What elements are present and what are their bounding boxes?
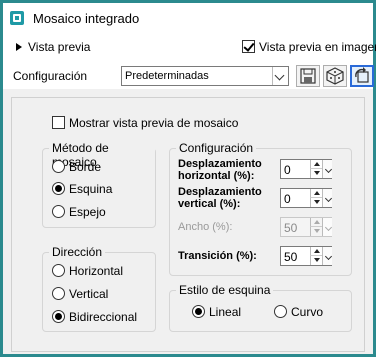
radio-bidireccional[interactable]: Bidireccional — [52, 310, 137, 324]
settings-panel: Mostrar vista previa de mosaico Método d… — [11, 97, 365, 352]
spin-up-icon[interactable] — [310, 160, 322, 169]
spin-up-icon — [310, 218, 322, 227]
transition-spinbox[interactable]: 50 — [280, 246, 332, 266]
tile-app-icon — [10, 11, 24, 25]
radio-lineal[interactable]: Lineal — [192, 305, 241, 319]
radio-button[interactable] — [52, 310, 65, 323]
h-offset-label: Desplazamiento horizontal (%): — [178, 158, 262, 182]
preview-on-image-label: Vista previa en imagen — [259, 40, 376, 54]
preview-row: Vista previa Vista previa en imagen — [3, 33, 376, 63]
width-spinbox: 50 — [280, 217, 332, 237]
title-bar: Mosaico integrado — [3, 3, 373, 33]
checkbox-unchecked[interactable] — [52, 116, 65, 129]
radio-borde[interactable]: Borde — [52, 160, 101, 174]
h-offset-value[interactable]: 0 — [284, 163, 291, 177]
radio-label: Esquina — [69, 182, 113, 196]
tile-preview-label: Mostrar vista previa de mosaico — [69, 116, 239, 130]
group-title: Dirección — [49, 245, 106, 259]
radio-button[interactable] — [52, 205, 65, 218]
tile-preview-checkbox[interactable]: Mostrar vista previa de mosaico — [52, 116, 238, 130]
radio-label: Vertical — [69, 287, 109, 301]
radio-label: Lineal — [209, 305, 242, 319]
width-value: 50 — [284, 221, 298, 235]
tiling-method-group: Método de mosaico Borde Esquina Espejo — [42, 141, 156, 228]
v-offset-value[interactable]: 0 — [284, 192, 291, 206]
radio-label: Borde — [69, 160, 102, 174]
radio-label: Bidireccional — [69, 310, 138, 324]
width-label: Ancho (%): — [178, 221, 233, 233]
save-icon — [300, 68, 316, 84]
direction-group: Dirección Horizontal Vertical Bidireccio… — [42, 245, 156, 332]
spin-up-icon[interactable] — [310, 189, 322, 198]
group-title: Configuración — [176, 141, 257, 155]
chevron-down-icon[interactable] — [322, 160, 332, 178]
spin-down-icon[interactable] — [310, 198, 322, 207]
h-offset-label-line2: horizontal (%): — [178, 170, 255, 182]
window-title: Mosaico integrado — [33, 11, 140, 26]
preset-value: Predeterminadas — [125, 70, 209, 82]
expand-arrow-icon[interactable] — [16, 43, 22, 51]
radio-label: Curvo — [291, 305, 324, 319]
config-row: Configuración Predeterminadas — [3, 63, 374, 89]
settings-group: Configuración Desplazamiento horizontal … — [169, 141, 352, 276]
radio-button[interactable] — [52, 264, 65, 277]
spin-down-icon — [310, 227, 322, 236]
v-offset-label: Desplazamiento vertical (%): — [178, 186, 262, 210]
reset-button[interactable] — [350, 65, 374, 87]
radio-espejo[interactable]: Espejo — [52, 205, 106, 219]
preset-dropdown[interactable]: Predeterminadas — [121, 66, 289, 86]
h-offset-spinbox[interactable]: 0 — [280, 159, 332, 179]
radio-label: Espejo — [69, 205, 106, 219]
checkbox-checked[interactable] — [242, 40, 255, 53]
v-offset-label-line2: vertical (%): — [178, 198, 241, 210]
radio-label: Horizontal — [69, 264, 124, 278]
randomize-icon — [326, 67, 344, 85]
corner-style-group: Estilo de esquina Lineal Curvo — [169, 283, 352, 332]
chevron-down-icon[interactable] — [322, 189, 332, 207]
chevron-down-icon[interactable] — [322, 247, 332, 265]
dialog-window: Mosaico integrado Vista previa Vista pre… — [0, 0, 376, 357]
preview-toggle[interactable]: Vista previa — [28, 40, 90, 54]
v-offset-label-line1: Desplazamiento — [178, 186, 262, 198]
radio-curvo[interactable]: Curvo — [274, 305, 323, 319]
transition-label: Transición (%): — [178, 250, 257, 262]
v-offset-spinbox[interactable]: 0 — [280, 188, 332, 208]
radio-button[interactable] — [274, 305, 287, 318]
chevron-down-icon — [322, 218, 332, 236]
transition-value[interactable]: 50 — [284, 250, 297, 264]
config-label: Configuración — [13, 69, 88, 83]
radio-vertical[interactable]: Vertical — [52, 287, 108, 301]
radio-esquina[interactable]: Esquina — [52, 182, 112, 196]
spin-down-icon[interactable] — [310, 169, 322, 178]
save-preset-button[interactable] — [296, 65, 320, 87]
group-title: Estilo de esquina — [176, 283, 274, 297]
radio-horizontal[interactable]: Horizontal — [52, 264, 123, 278]
radio-button[interactable] — [52, 287, 65, 300]
radio-button[interactable] — [52, 182, 65, 195]
chevron-down-icon[interactable] — [272, 67, 288, 85]
randomize-button[interactable] — [323, 65, 347, 87]
h-offset-label-line1: Desplazamiento — [178, 158, 262, 170]
reset-icon — [355, 67, 369, 83]
spin-down-icon[interactable] — [310, 256, 322, 265]
spin-up-icon[interactable] — [310, 247, 322, 256]
preview-on-image-checkbox[interactable]: Vista previa en imagen — [242, 40, 376, 54]
radio-button[interactable] — [52, 160, 65, 173]
radio-button[interactable] — [192, 305, 205, 318]
